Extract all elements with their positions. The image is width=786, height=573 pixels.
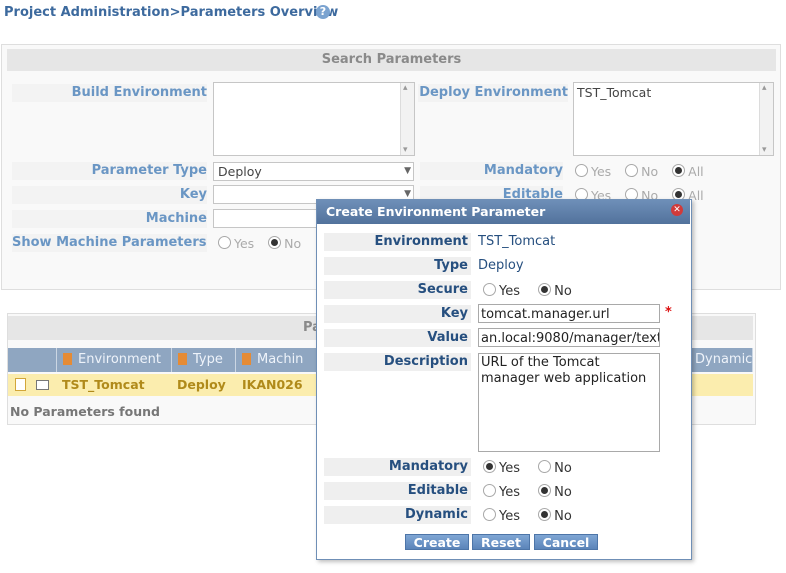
machine-select[interactable]: [213, 209, 319, 228]
dialog-editable-no-label: No: [554, 485, 572, 500]
dialog-editable-no-radio[interactable]: [538, 484, 552, 497]
show-machine-yes-label: Yes: [234, 236, 255, 251]
mandatory-all-radio[interactable]: [672, 164, 686, 177]
machine-label: Machine: [12, 210, 207, 228]
actions-column-header: [8, 348, 57, 372]
dialog-dynamic-label: Dynamic: [324, 506, 471, 524]
row-environment: TST_Tomcat: [62, 377, 145, 392]
show-machine-yes-radio[interactable]: [218, 236, 231, 249]
dialog-secure-label: Secure: [324, 281, 471, 299]
mandatory-filter-label: Mandatory: [420, 162, 563, 180]
mandatory-yes-radio[interactable]: [575, 164, 588, 177]
deploy-environment-list[interactable]: TST_Tomcat: [573, 82, 774, 156]
secure-yes-label: Yes: [499, 284, 520, 299]
mandatory-all-label: All: [688, 164, 704, 179]
deploy-environment-option[interactable]: TST_Tomcat: [574, 83, 773, 102]
mandatory-radio-group[interactable]: Yes No: [483, 460, 586, 478]
dialog-dynamic-no-radio[interactable]: [538, 508, 552, 521]
parameter-type-label: Parameter Type: [12, 162, 207, 180]
row-type: Deploy: [177, 377, 226, 392]
show-machine-no-radio[interactable]: [268, 236, 282, 249]
value-input[interactable]: an.local:9080/manager/text: [478, 328, 660, 347]
parameter-type-select[interactable]: Deploy ▼: [213, 162, 414, 181]
sort-icon: [242, 353, 251, 365]
dynamic-radio-group[interactable]: Yes No: [483, 508, 586, 526]
deploy-environment-label: Deploy Environment: [418, 84, 568, 102]
sort-icon: [63, 353, 72, 365]
chevron-down-icon: ▼: [404, 166, 411, 176]
secure-no-label: No: [554, 284, 572, 299]
row-machine: IKAN026: [242, 377, 303, 392]
mandatory-no-radio[interactable]: [625, 164, 639, 177]
mandatory-filter-radio-group[interactable]: Yes No All: [575, 164, 714, 179]
mandatory-no-label: No: [641, 164, 659, 179]
dialog-editable-yes-radio[interactable]: [483, 484, 496, 497]
description-textarea[interactable]: URL of the Tomcat manager web applicatio…: [478, 353, 660, 452]
required-marker: *: [665, 305, 672, 320]
type-column-header[interactable]: Type: [172, 348, 236, 372]
no-parameters-message: No Parameters found: [10, 404, 160, 419]
key-input[interactable]: tomcat.manager.url: [478, 304, 660, 323]
dialog-description-label: Description: [324, 353, 471, 371]
search-panel-header: Search Parameters: [7, 49, 776, 71]
show-machine-no-label: No: [284, 236, 302, 251]
build-environment-label: Build Environment: [12, 84, 207, 102]
machine-column-label: Machin: [257, 352, 304, 367]
parameter-type-value: Deploy: [218, 164, 262, 179]
dialog-mandatory-yes-label: Yes: [499, 461, 520, 476]
dialog-dynamic-yes-radio[interactable]: [483, 508, 496, 521]
key-label: Key: [12, 186, 207, 204]
editable-radio-group[interactable]: Yes No: [483, 484, 586, 502]
dialog-value-label: Value: [324, 329, 471, 347]
show-machine-parameters-label: Show Machine Parameters: [12, 234, 207, 252]
secure-no-radio[interactable]: [538, 283, 552, 296]
type-column-label: Type: [193, 352, 223, 367]
show-machine-radio-group[interactable]: Yes No: [218, 236, 311, 251]
dialog-environment-value: TST_Tomcat: [478, 234, 556, 249]
dialog-mandatory-yes-radio[interactable]: [483, 460, 496, 473]
dialog-title: Create Environment Parameter: [317, 200, 690, 224]
dialog-key-label: Key: [324, 305, 471, 323]
reset-button[interactable]: Reset: [472, 534, 530, 550]
help-icon[interactable]: ?: [316, 5, 330, 19]
secure-radio-group[interactable]: Yes No: [483, 283, 586, 301]
mandatory-yes-label: Yes: [591, 164, 612, 179]
sort-icon: [178, 353, 187, 365]
dialog-mandatory-no-radio[interactable]: [538, 460, 552, 473]
dialog-environment-label: Environment: [324, 233, 471, 251]
dialog-type-label: Type: [324, 257, 471, 275]
dialog-dynamic-no-label: No: [554, 509, 572, 524]
secure-yes-radio[interactable]: [483, 283, 496, 296]
dynamic-column-label: Dynamic: [695, 352, 753, 367]
dynamic-column-header[interactable]: Dynamic: [690, 348, 753, 372]
environment-column-header[interactable]: Environment: [57, 348, 172, 372]
detail-icon[interactable]: [36, 380, 49, 390]
cancel-button[interactable]: Cancel: [534, 534, 598, 550]
build-environment-list[interactable]: [213, 82, 415, 156]
breadcrumb: Project Administration>Parameters Overvi…: [4, 5, 339, 20]
environment-column-label: Environment: [78, 352, 162, 367]
dialog-editable-label: Editable: [324, 482, 471, 500]
dialog-mandatory-label: Mandatory: [324, 458, 471, 476]
dialog-mandatory-no-label: No: [554, 461, 572, 476]
dialog-dynamic-yes-label: Yes: [499, 509, 520, 524]
close-icon[interactable]: ✕: [671, 204, 683, 216]
machine-column-header[interactable]: Machin: [236, 348, 318, 372]
dialog-editable-yes-label: Yes: [499, 485, 520, 500]
dialog-type-value: Deploy: [478, 258, 524, 273]
create-button[interactable]: Create: [405, 534, 469, 550]
edit-icon[interactable]: [15, 378, 26, 391]
